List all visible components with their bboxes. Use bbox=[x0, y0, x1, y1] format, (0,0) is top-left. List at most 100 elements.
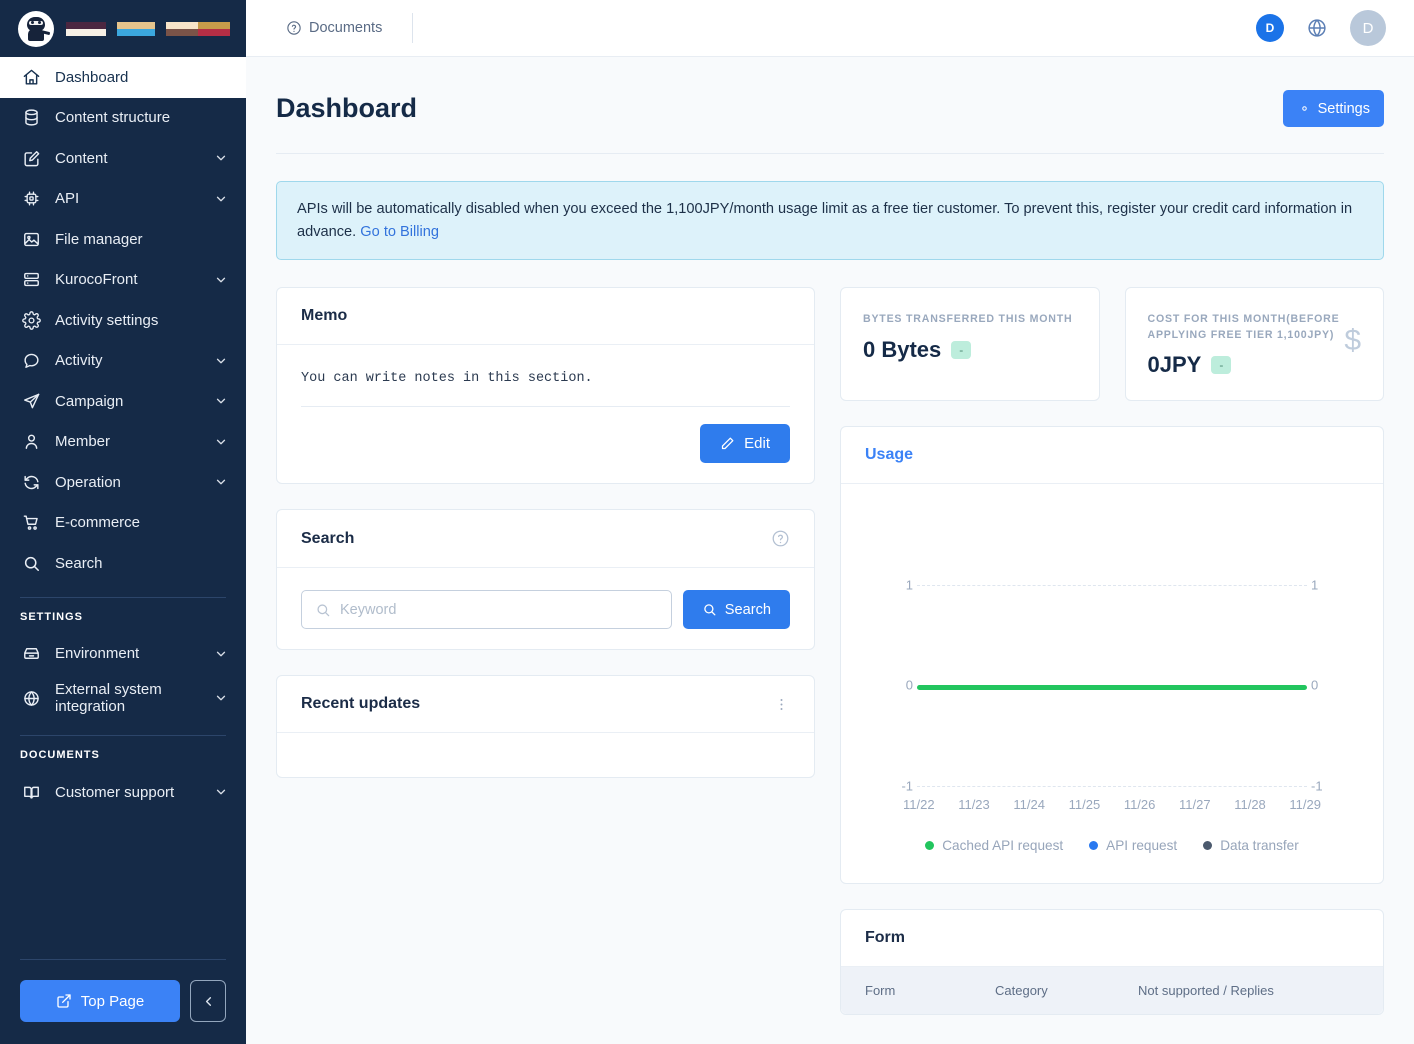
sidebar-item-kurocofront[interactable]: KurocoFront bbox=[0, 260, 246, 301]
y-tick-left-0: 0 bbox=[899, 678, 913, 693]
go-to-billing-link[interactable]: Go to Billing bbox=[360, 224, 439, 240]
sidebar-item-campaign[interactable]: Campaign bbox=[0, 381, 246, 422]
gridline-bottom bbox=[917, 786, 1307, 787]
sidebar-item-dashboard[interactable]: Dashboard bbox=[0, 57, 246, 98]
environment-badge[interactable]: D bbox=[1256, 14, 1284, 42]
top-page-button[interactable]: Top Page bbox=[20, 980, 180, 1022]
cart-icon bbox=[20, 512, 42, 534]
sidebar-section-documents: DOCUMENTS bbox=[0, 749, 246, 761]
sidebar-item-api[interactable]: API bbox=[0, 179, 246, 220]
sidebar-item-label: Search bbox=[55, 555, 228, 572]
page-title: Dashboard bbox=[276, 93, 417, 124]
topbar-documents-link[interactable]: Documents bbox=[286, 20, 382, 36]
sidebar-item-label: Member bbox=[55, 433, 214, 450]
memo-title: Memo bbox=[301, 307, 347, 325]
y-tick-right-0: 0 bbox=[1311, 678, 1325, 693]
sidebar-item-environment[interactable]: Environment bbox=[0, 634, 246, 675]
image-icon bbox=[20, 228, 42, 250]
refresh-icon bbox=[20, 471, 42, 493]
page-header: Dashboard Settings bbox=[276, 57, 1384, 154]
legend-dot bbox=[1203, 841, 1212, 850]
usage-chart: 1 0 -1 1 0 -1 11/ bbox=[841, 484, 1383, 883]
search-input-wrapper[interactable] bbox=[301, 590, 672, 629]
app-root: Dashboard Content structure Content bbox=[0, 0, 1414, 1044]
drawer-icon bbox=[20, 643, 42, 665]
usage-chart-plot: 1 0 -1 1 0 -1 11/ bbox=[859, 510, 1365, 810]
pencil-icon bbox=[720, 436, 735, 451]
series-line-cached-api-request bbox=[917, 685, 1307, 690]
sidebar-item-activity[interactable]: Activity bbox=[0, 341, 246, 382]
search-input[interactable] bbox=[340, 602, 658, 618]
dollar-icon: $ bbox=[1344, 326, 1361, 356]
settings-button[interactable]: Settings bbox=[1283, 90, 1384, 127]
language-globe-icon[interactable] bbox=[1306, 17, 1328, 39]
form-table-header: Form Category Not supported / Replies bbox=[841, 967, 1383, 1014]
legend-label: Cached API request bbox=[942, 838, 1063, 853]
memo-card-body: You can write notes in this section. Edi… bbox=[277, 345, 814, 483]
page-content: Dashboard Settings APIs will be automati… bbox=[246, 57, 1414, 1044]
usage-limit-notice: APIs will be automatically disabled when… bbox=[276, 181, 1384, 260]
kuroco-ninja-logo-icon bbox=[18, 11, 54, 47]
legend-label: API request bbox=[1106, 838, 1177, 853]
sidebar-item-external-system-integration[interactable]: External system integration bbox=[0, 674, 246, 722]
legend-dot bbox=[925, 841, 934, 850]
recent-updates-card: Recent updates bbox=[276, 675, 815, 778]
topbar-documents-label: Documents bbox=[309, 20, 382, 36]
chevron-down-icon bbox=[214, 354, 228, 368]
chevron-left-icon bbox=[201, 994, 216, 1009]
x-tick: 11/25 bbox=[1069, 797, 1101, 812]
stats-row: BYTES TRANSFERRED THIS MONTH 0 Bytes - C… bbox=[840, 287, 1384, 401]
sidebar-item-search[interactable]: Search bbox=[0, 543, 246, 584]
sidebar-item-customer-support[interactable]: Customer support bbox=[0, 772, 246, 813]
search-submit-button[interactable]: Search bbox=[683, 590, 790, 629]
sidebar-item-label: Content structure bbox=[55, 109, 228, 126]
stat-label: BYTES TRANSFERRED THIS MONTH bbox=[863, 312, 1077, 327]
sidebar-item-content-structure[interactable]: Content structure bbox=[0, 98, 246, 139]
sidebar-item-label: Operation bbox=[55, 474, 214, 491]
user-avatar[interactable]: D bbox=[1350, 10, 1386, 46]
x-tick: 11/26 bbox=[1124, 797, 1156, 812]
sidebar-item-e-commerce[interactable]: E-commerce bbox=[0, 503, 246, 544]
form-column-not-supported-replies: Not supported / Replies bbox=[1138, 983, 1274, 998]
sidebar-item-label: API bbox=[55, 190, 214, 207]
y-tick-left-1: 1 bbox=[899, 577, 913, 592]
sidebar-divider bbox=[20, 597, 226, 598]
sidebar-item-file-manager[interactable]: File manager bbox=[0, 219, 246, 260]
top-page-label: Top Page bbox=[81, 993, 144, 1010]
chevron-down-icon bbox=[214, 691, 228, 705]
sidebar-spacer bbox=[0, 813, 246, 960]
sidebar-item-label: Content bbox=[55, 150, 214, 167]
chevron-down-icon bbox=[214, 394, 228, 408]
sidebar-footer: Top Page bbox=[0, 959, 246, 1044]
legend-item-data-transfer[interactable]: Data transfer bbox=[1203, 838, 1299, 853]
sidebar-item-content[interactable]: Content bbox=[0, 138, 246, 179]
memo-card: Memo You can write notes in this section… bbox=[276, 287, 815, 484]
edit-square-icon bbox=[20, 147, 42, 169]
chevron-down-icon bbox=[214, 192, 228, 206]
sidebar: Dashboard Content structure Content bbox=[0, 0, 246, 1044]
book-icon bbox=[20, 781, 42, 803]
recent-updates-header: Recent updates bbox=[277, 676, 814, 733]
globe-icon bbox=[20, 687, 42, 709]
sidebar-item-member[interactable]: Member bbox=[0, 422, 246, 463]
search-help-icon[interactable] bbox=[771, 529, 790, 548]
form-card-header: Form bbox=[841, 910, 1383, 967]
collapse-sidebar-button[interactable] bbox=[190, 980, 226, 1022]
sidebar-logo[interactable] bbox=[0, 0, 246, 57]
memo-edit-button[interactable]: Edit bbox=[700, 424, 790, 463]
sidebar-item-operation[interactable]: Operation bbox=[0, 462, 246, 503]
legend-item-cached-api-request[interactable]: Cached API request bbox=[925, 838, 1063, 853]
chevron-down-icon bbox=[214, 785, 228, 799]
chevron-down-icon bbox=[214, 475, 228, 489]
x-axis-ticks: 11/22 11/23 11/24 11/25 11/26 11/27 11/2… bbox=[903, 797, 1321, 812]
legend-item-api-request[interactable]: API request bbox=[1089, 838, 1177, 853]
kuroco-wordmark bbox=[66, 22, 230, 36]
x-tick: 11/29 bbox=[1289, 797, 1321, 812]
x-tick: 11/28 bbox=[1234, 797, 1266, 812]
recent-updates-menu-icon[interactable] bbox=[773, 696, 790, 713]
send-icon bbox=[20, 390, 42, 412]
sidebar-item-activity-settings[interactable]: Activity settings bbox=[0, 300, 246, 341]
sidebar-nav: Dashboard Content structure Content bbox=[0, 57, 246, 959]
external-link-icon bbox=[56, 993, 72, 1009]
search-icon bbox=[702, 602, 717, 617]
